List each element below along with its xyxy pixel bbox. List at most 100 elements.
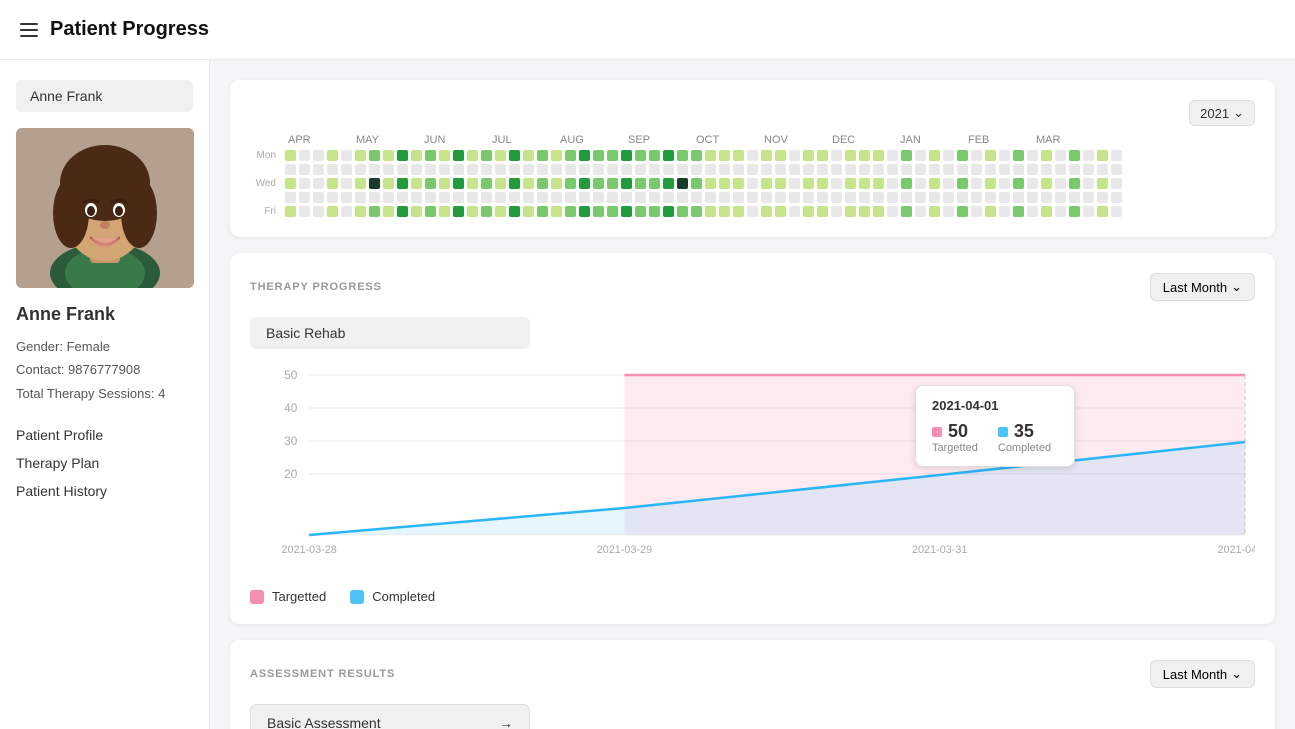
grid-cell (817, 164, 828, 175)
patient-name-box: Anne Frank (16, 80, 193, 112)
grid-cell (803, 178, 814, 189)
grid-cell (1083, 192, 1094, 203)
grid-cell (649, 192, 660, 203)
assessment-filter-btn[interactable]: Last Month ⌄ (1150, 660, 1255, 688)
month-label-feb: FEB (968, 134, 1036, 146)
assessment-plan-btn[interactable]: Basic Assessment → (250, 704, 530, 729)
main-layout: Anne Frank (0, 60, 1295, 729)
grid-cell (1069, 192, 1080, 203)
svg-text:2021-04-01: 2021-04-01 (1217, 544, 1255, 556)
grid-cell (803, 150, 814, 161)
grid-cell (649, 178, 660, 189)
grid-cell (439, 178, 450, 189)
grid-cell (1069, 178, 1080, 189)
grid-cell (719, 192, 730, 203)
grid-cell (495, 164, 506, 175)
grid-cell (607, 178, 618, 189)
grid-rows: MonWedFri (250, 150, 1255, 217)
grid-cell (579, 192, 590, 203)
grid-cell (1097, 206, 1108, 217)
grid-cell (929, 206, 940, 217)
sidebar-item-therapy-plan[interactable]: Therapy Plan (16, 453, 193, 473)
grid-cell (425, 164, 436, 175)
grid-cell (999, 206, 1010, 217)
grid-cell (341, 164, 352, 175)
grid-cell (1013, 164, 1024, 175)
grid-cell (985, 150, 996, 161)
grid-cell (873, 178, 884, 189)
grid-cell (817, 192, 828, 203)
grid-cell (831, 150, 842, 161)
grid-cell (313, 206, 324, 217)
grid-cell (313, 178, 324, 189)
hamburger-menu[interactable] (20, 23, 38, 37)
grid-cell (355, 206, 366, 217)
sidebar-item-profile[interactable]: Patient Profile (16, 425, 193, 445)
therapy-filter-btn[interactable]: Last Month ⌄ (1150, 273, 1255, 301)
grid-cell (1097, 192, 1108, 203)
grid-cell (579, 206, 590, 217)
svg-text:50: 50 (284, 368, 298, 382)
activity-grid-header: 2021 ⌄ (250, 100, 1255, 126)
grid-cell (369, 178, 380, 189)
month-label-dec: DEC (832, 134, 900, 146)
grid-cell (733, 164, 744, 175)
grid-cell (439, 206, 450, 217)
grid-cell (831, 206, 842, 217)
grid-cell (1013, 192, 1024, 203)
grid-cell (915, 150, 926, 161)
grid-cell (873, 164, 884, 175)
grid-cell (593, 164, 604, 175)
grid-cell (887, 192, 898, 203)
grid-cell (537, 192, 548, 203)
grid-cell (705, 178, 716, 189)
grid-cell (845, 164, 856, 175)
grid-cell (999, 192, 1010, 203)
grid-cell (1083, 206, 1094, 217)
patient-photo (16, 128, 194, 288)
sidebar-item-history[interactable]: Patient History (16, 481, 193, 501)
grid-cell (1083, 150, 1094, 161)
tooltip-date: 2021-04-01 (932, 398, 1058, 413)
grid-cell (593, 178, 604, 189)
grid-cell (733, 150, 744, 161)
grid-cell (873, 206, 884, 217)
grid-cell (677, 192, 688, 203)
grid-cell (677, 178, 688, 189)
grid-cell (985, 206, 996, 217)
grid-cell (565, 178, 576, 189)
grid-cell (397, 192, 408, 203)
grid-cell (999, 164, 1010, 175)
grid-cell (929, 178, 940, 189)
year-selector[interactable]: 2021 ⌄ (1189, 100, 1255, 126)
grid-cell (985, 178, 996, 189)
grid-cell (705, 206, 716, 217)
grid-cell (285, 150, 296, 161)
sidebar-nav: Patient Profile Therapy Plan Patient His… (16, 425, 193, 501)
therapy-plan-selector[interactable]: Basic Rehab (250, 317, 530, 349)
grid-cell (397, 206, 408, 217)
grid-cell (551, 192, 562, 203)
grid-cell (439, 150, 450, 161)
year-chevron: ⌄ (1233, 105, 1244, 121)
page-title: Patient Progress (50, 18, 209, 41)
grid-cell (929, 150, 940, 161)
grid-row-empty-3 (250, 192, 1255, 203)
grid-cell (705, 192, 716, 203)
grid-cell (677, 150, 688, 161)
grid-cell (901, 164, 912, 175)
grid-cell (887, 150, 898, 161)
grid-cell (593, 192, 604, 203)
month-label-nov: NOV (764, 134, 832, 146)
grid-cell (593, 206, 604, 217)
grid-cell (369, 150, 380, 161)
grid-cell (467, 150, 478, 161)
grid-cell (453, 150, 464, 161)
grid-cell (775, 164, 786, 175)
day-label: Mon (250, 150, 282, 161)
grid-cell (845, 178, 856, 189)
grid-cell (719, 150, 730, 161)
assessment-section-header: ASSESSMENT RESULTS Last Month ⌄ (250, 660, 1255, 688)
grid-cell (1027, 164, 1038, 175)
grid-cell (341, 178, 352, 189)
